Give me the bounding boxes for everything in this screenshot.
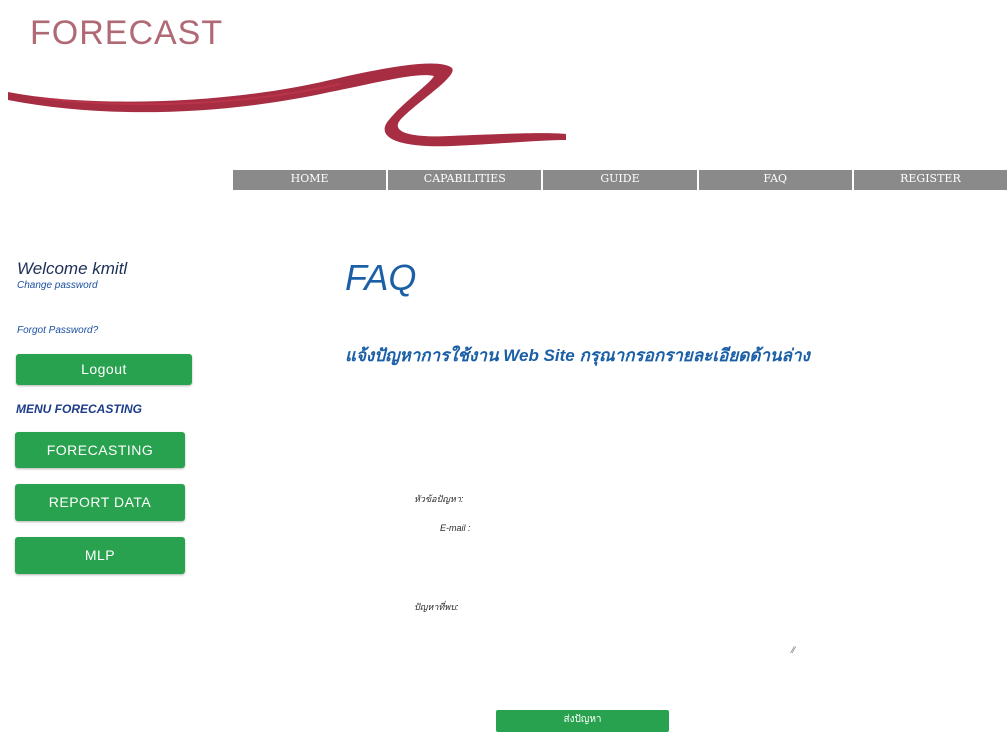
- page-title: FAQ: [345, 257, 417, 298]
- nav-register[interactable]: REGISTER: [854, 170, 1007, 190]
- problem-label: ปัญหาที่พบ:: [414, 602, 459, 612]
- textarea-resize-handle-icon[interactable]: ⁄⁄: [792, 645, 795, 655]
- forgot-password-link[interactable]: Forgot Password?: [17, 325, 98, 336]
- menu-item-mlp[interactable]: MLP: [15, 537, 185, 574]
- nav-home[interactable]: HOME: [233, 170, 389, 190]
- menu-item-forecasting[interactable]: FORECASTING: [15, 432, 185, 468]
- welcome-message: Welcome kmitl: [17, 259, 128, 278]
- nav-guide[interactable]: GUIDE: [543, 170, 699, 190]
- submit-problem-button[interactable]: ส่งปัญหา: [496, 710, 669, 732]
- nav-faq[interactable]: FAQ: [699, 170, 854, 190]
- main-navigation: HOME CAPABILITIES GUIDE FAQ REGISTER: [233, 170, 1007, 190]
- nav-capabilities[interactable]: CAPABILITIES: [388, 170, 544, 190]
- change-password-link[interactable]: Change password: [17, 280, 98, 291]
- brand-swoosh-graphic: [8, 63, 566, 147]
- page-subtitle: แจ้งปัญหาการใช้งาน Web Site กรุณากรอกราย…: [345, 346, 810, 365]
- email-label: E-mail :: [440, 523, 471, 533]
- menu-item-report-data[interactable]: REPORT DATA: [15, 484, 185, 521]
- menu-heading: MENU FORECASTING: [16, 402, 142, 416]
- subject-label: หัวข้อปัญหา:: [414, 494, 464, 504]
- logout-button[interactable]: Logout: [16, 354, 192, 385]
